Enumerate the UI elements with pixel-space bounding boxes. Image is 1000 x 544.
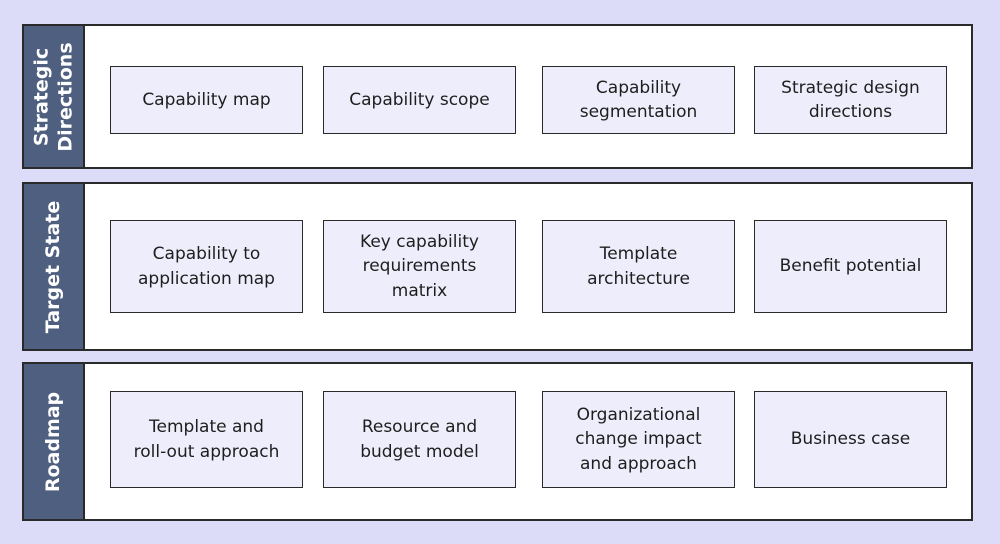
row-target-state: Target State Capability to application m… xyxy=(22,182,973,351)
row-label-text: Strategic Directions xyxy=(30,41,77,152)
item-strategic-design-directions: Strategic design directions xyxy=(754,66,947,134)
item-capability-segmentation: Capability segmentation xyxy=(542,66,735,134)
row-roadmap: Roadmap Template and roll-out approach R… xyxy=(22,362,973,521)
item-capability-map: Capability map xyxy=(110,66,303,134)
item-template-and-rollout-approach: Template and roll-out approach xyxy=(110,391,303,488)
item-benefit-potential: Benefit potential xyxy=(754,220,947,313)
row-label-text: Target State xyxy=(42,200,65,333)
item-capability-scope: Capability scope xyxy=(323,66,516,134)
item-business-case: Business case xyxy=(754,391,947,488)
row-label-text: Roadmap xyxy=(42,391,65,492)
row-strategic-directions: Strategic Directions Capability map Capa… xyxy=(22,24,973,169)
item-capability-to-application-map: Capability to application map xyxy=(110,220,303,313)
item-template-architecture: Template architecture xyxy=(542,220,735,313)
row-label-target-state: Target State xyxy=(24,184,85,349)
item-organizational-change-impact: Organizational change impact and approac… xyxy=(542,391,735,488)
item-resource-and-budget-model: Resource and budget model xyxy=(323,391,516,488)
row-label-strategic-directions: Strategic Directions xyxy=(24,26,85,167)
row-label-roadmap: Roadmap xyxy=(24,364,85,519)
item-key-capability-requirements-matrix: Key capability requirements matrix xyxy=(323,220,516,313)
